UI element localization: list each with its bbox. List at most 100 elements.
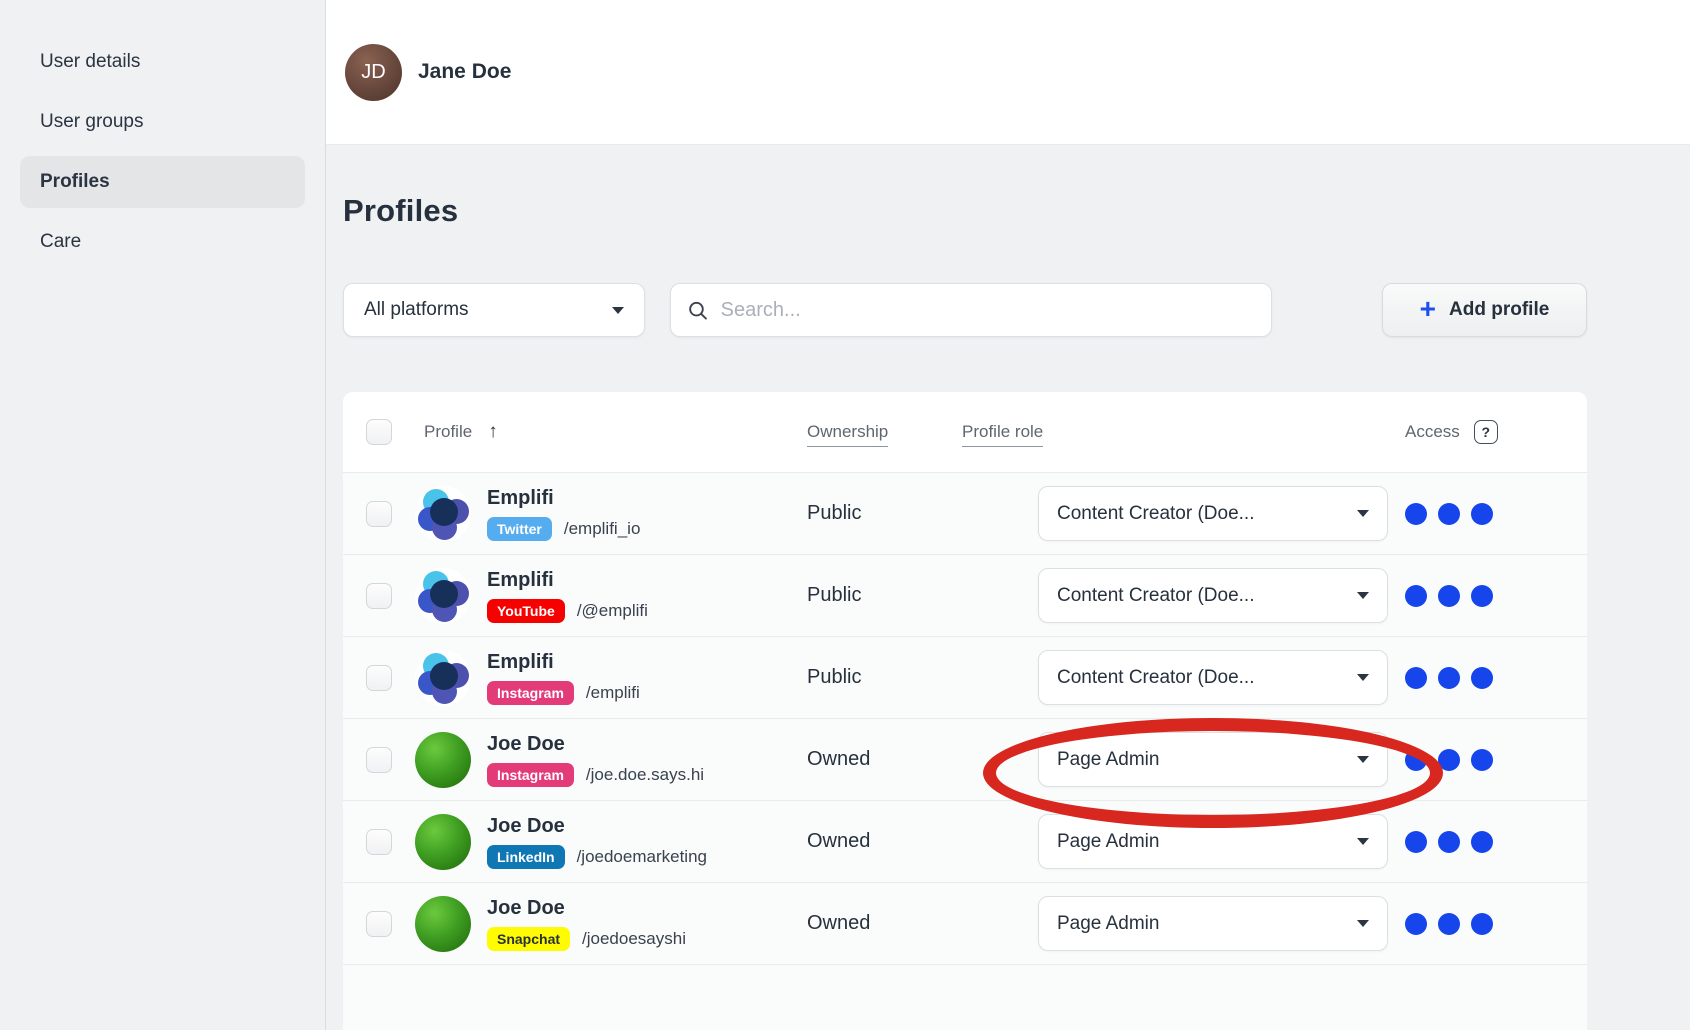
access-dots (1405, 749, 1587, 771)
access-dot (1405, 831, 1427, 853)
add-profile-button[interactable]: + Add profile (1382, 283, 1587, 337)
table-row: Emplifi YouTube /@emplifi Public Content… (343, 554, 1587, 636)
chevron-down-icon (1357, 592, 1369, 599)
avatar: JD (345, 44, 402, 101)
chevron-down-icon (1357, 756, 1369, 763)
profile-role-dropdown[interactable]: Page Admin (1038, 732, 1388, 787)
ownership-value: Public (807, 584, 1038, 607)
profiles-table: Profile ↑ Ownership Profile role Access … (343, 392, 1587, 1030)
access-header-label: Access (1405, 422, 1460, 442)
chevron-down-icon (612, 307, 624, 314)
access-dot (1438, 585, 1460, 607)
search-icon (687, 299, 709, 322)
chevron-down-icon (1357, 510, 1369, 517)
search-box[interactable] (670, 283, 1272, 337)
plus-icon: + (1420, 295, 1436, 323)
profile-role-dropdown[interactable]: Page Admin (1038, 896, 1388, 951)
search-input[interactable] (721, 299, 1255, 322)
chevron-down-icon (1357, 838, 1369, 845)
table-row: Joe Doe Instagram /joe.doe.says.hi Owned… (343, 718, 1587, 800)
platform-badge: Instagram (487, 763, 574, 787)
profile-name: Emplifi (487, 568, 787, 592)
column-header-profile[interactable]: Profile ↑ (424, 421, 807, 443)
profile-name: Joe Doe (487, 814, 787, 838)
profile-avatar (415, 486, 471, 542)
page-title: Profiles (343, 193, 1690, 229)
ownership-header-label: Ownership (807, 422, 888, 447)
user-name: Jane Doe (418, 60, 511, 84)
access-dots (1405, 667, 1587, 689)
profile-role-value: Page Admin (1057, 749, 1159, 771)
profile-role-value: Page Admin (1057, 913, 1159, 935)
table-row: Emplifi Instagram /emplifi Public Conten… (343, 636, 1587, 718)
table-footer-filler (343, 964, 1587, 1030)
table-row: Joe Doe LinkedIn /joedoemarketing Owned … (343, 800, 1587, 882)
access-dot (1405, 913, 1427, 935)
row-checkbox[interactable] (366, 583, 392, 609)
platform-badge: Snapchat (487, 927, 570, 951)
select-all-checkbox[interactable] (366, 419, 392, 445)
sidebar-item-care[interactable]: Care (20, 216, 305, 268)
profile-role-dropdown[interactable]: Page Admin (1038, 814, 1388, 869)
access-dot (1405, 503, 1427, 525)
sort-ascending-icon[interactable]: ↑ (488, 421, 498, 443)
content-area: Profiles All platforms + Add profile (326, 145, 1690, 1030)
platform-badge: Twitter (487, 517, 552, 541)
platform-badge: YouTube (487, 599, 565, 623)
access-dots (1405, 503, 1587, 525)
access-dot (1438, 913, 1460, 935)
profile-handle: /joedoemarketing (577, 847, 707, 867)
table-row: Emplifi Twitter /emplifi_io Public Conte… (343, 472, 1587, 554)
profile-avatar (415, 732, 471, 788)
chevron-down-icon (1357, 674, 1369, 681)
sidebar: User details User groups Profiles Care (0, 0, 326, 1030)
platform-filter-value: All platforms (364, 299, 469, 321)
ownership-value: Owned (807, 912, 1038, 935)
profile-role-value: Content Creator (Doe... (1057, 667, 1254, 689)
access-dot (1405, 585, 1427, 607)
profile-avatar (415, 814, 471, 870)
profile-handle: /emplifi_io (564, 519, 641, 539)
row-checkbox[interactable] (366, 501, 392, 527)
profile-role-header-label: Profile role (962, 422, 1043, 447)
access-dots (1405, 831, 1587, 853)
platform-filter-dropdown[interactable]: All platforms (343, 283, 645, 337)
profile-name: Joe Doe (487, 896, 787, 920)
profile-role-dropdown[interactable]: Content Creator (Doe... (1038, 650, 1388, 705)
access-dot (1471, 585, 1493, 607)
access-dots (1405, 913, 1587, 935)
profile-avatar (415, 650, 471, 706)
help-icon[interactable]: ? (1474, 420, 1498, 444)
column-header-access: Access ? (1405, 420, 1498, 444)
access-dots (1405, 585, 1587, 607)
chevron-down-icon (1357, 920, 1369, 927)
access-dot (1471, 749, 1493, 771)
column-header-profile-role[interactable]: Profile role (962, 422, 1405, 442)
profile-role-value: Page Admin (1057, 831, 1159, 853)
profile-handle: /joedoesayshi (582, 929, 686, 949)
access-dot (1405, 667, 1427, 689)
row-checkbox[interactable] (366, 665, 392, 691)
row-checkbox[interactable] (366, 911, 392, 937)
user-header: JD Jane Doe (326, 0, 1690, 145)
access-dot (1471, 667, 1493, 689)
profile-role-dropdown[interactable]: Content Creator (Doe... (1038, 486, 1388, 541)
row-checkbox[interactable] (366, 829, 392, 855)
access-dot (1438, 831, 1460, 853)
profile-avatar (415, 568, 471, 624)
ownership-value: Owned (807, 830, 1038, 853)
platform-badge: Instagram (487, 681, 574, 705)
profile-role-dropdown[interactable]: Content Creator (Doe... (1038, 568, 1388, 623)
access-dot (1471, 503, 1493, 525)
row-checkbox[interactable] (366, 747, 392, 773)
access-dot (1471, 913, 1493, 935)
profile-name: Emplifi (487, 650, 787, 674)
profile-role-value: Content Creator (Doe... (1057, 503, 1254, 525)
sidebar-item-profiles[interactable]: Profiles (20, 156, 305, 208)
sidebar-item-user-details[interactable]: User details (20, 36, 305, 88)
column-header-ownership[interactable]: Ownership (807, 422, 962, 442)
page: User details User groups Profiles Care JD J… (0, 0, 1690, 1030)
sidebar-item-user-groups[interactable]: User groups (20, 96, 305, 148)
profile-avatar (415, 896, 471, 952)
profile-handle: /@emplifi (577, 601, 648, 621)
